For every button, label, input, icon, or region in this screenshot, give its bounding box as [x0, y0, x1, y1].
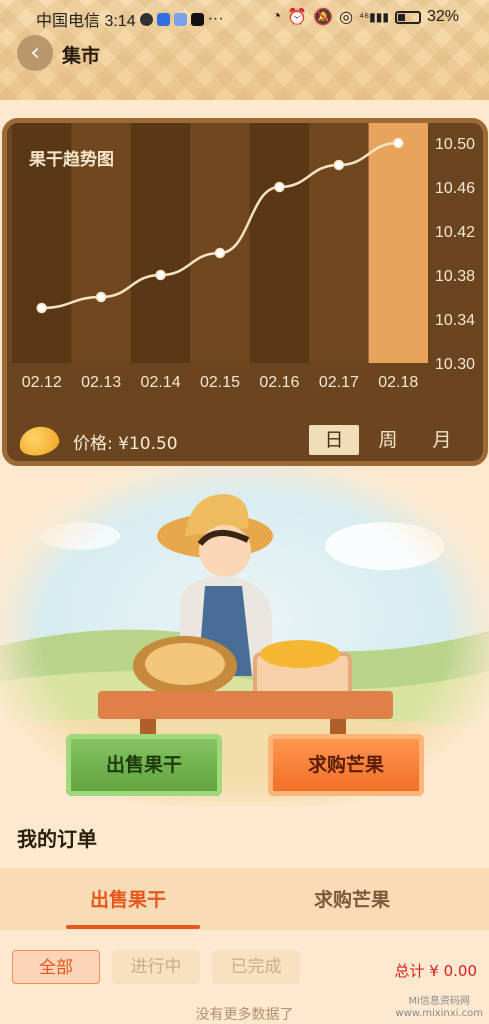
battery-icon — [394, 10, 421, 24]
watermark-line2: www.mixinxi.com — [395, 1008, 483, 1019]
mute-icon: 🔕 — [313, 9, 334, 26]
chart-title: 果干趋势图 — [29, 150, 114, 170]
data-point — [155, 269, 166, 281]
x-tick-label: 02.18 — [378, 374, 418, 391]
buy-mango-button[interactable]: 求购芒果 — [268, 734, 424, 796]
more-notifications: ··· — [207, 10, 224, 27]
data-point — [333, 159, 345, 171]
column-band — [130, 123, 191, 363]
data-point — [95, 291, 107, 303]
y-tick-label: 10.38 — [435, 268, 475, 285]
x-tick-label: 02.13 — [81, 374, 121, 391]
chevron-left-icon: ‹ — [30, 38, 40, 66]
x-tick-label: 02.15 — [200, 374, 240, 391]
orders-title: 我的订单 — [17, 827, 97, 851]
column-band — [249, 123, 310, 363]
filter-all[interactable]: 全部 — [12, 950, 100, 984]
signal-icon: ⁴⁶▮▮▮ — [359, 10, 389, 24]
tab-week[interactable]: 周 — [363, 425, 413, 455]
sell-dried-fruit-button[interactable]: 出售果干 — [66, 734, 222, 796]
y-tick-label: 10.30 — [435, 356, 475, 373]
watermark-line1: Mi信息资码网 — [408, 996, 470, 1007]
filter-in-progress[interactable]: 进行中 — [112, 950, 200, 984]
mango-icon — [16, 423, 62, 459]
tab-buy-orders[interactable]: 求购芒果 — [314, 885, 390, 912]
active-tab-indicator — [66, 925, 200, 929]
tiktok-icon — [190, 12, 204, 26]
y-tick-label: 10.42 — [435, 224, 475, 241]
trend-chart-card: 10.50 10.46 10.42 10.38 10.34 10.30 02.12 02.13… — [2, 118, 488, 466]
watermark: Mi信息资码网 www.mixinxi.com — [395, 996, 483, 1020]
x-tick-label: 02.16 — [259, 374, 299, 391]
wifi-icon: ◎ — [339, 9, 354, 26]
carrier-time: 中国电信 3:14 — [36, 13, 136, 30]
order-total: 总计 ¥ 0.00 — [394, 962, 477, 980]
filter-completed[interactable]: 已完成 — [212, 950, 300, 984]
trend-chart: 10.50 10.46 10.42 10.38 10.34 10.30 02.12 02.13… — [12, 123, 475, 391]
y-tick-label: 10.50 — [435, 136, 475, 153]
tab-month[interactable]: 月 — [417, 425, 467, 455]
network-label: ⁴⁶ — [359, 10, 370, 24]
data-point — [274, 181, 285, 193]
header-bar: 中国电信 3:14 ··· ◔ ⏰ 🔕 ◎ ⁴⁶▮▮▮ 32% ‹ 集市 — [0, 0, 489, 100]
order-filters: 全部 进行中 已完成 — [12, 950, 300, 984]
x-tick-label: 02.14 — [141, 374, 181, 391]
y-tick-label: 10.46 — [435, 180, 475, 197]
y-tick-label: 10.34 — [435, 312, 475, 329]
x-tick-label: 02.17 — [319, 374, 359, 391]
notification-icon — [139, 12, 153, 26]
back-button[interactable]: ‹ — [17, 35, 53, 71]
x-tick-label: 02.12 — [22, 374, 62, 391]
tab-sell-orders[interactable]: 出售果干 — [90, 885, 166, 912]
price-row: 价格: ¥10.50 — [16, 423, 178, 459]
highlight-column — [368, 123, 428, 363]
status-bar: 中国电信 3:14 ··· ◔ ⏰ 🔕 ◎ ⁴⁶▮▮▮ 32% — [0, 0, 489, 34]
data-point — [214, 247, 226, 259]
tab-day[interactable]: 日 — [309, 425, 359, 455]
app-icon-music — [173, 12, 187, 26]
order-tabs: 出售果干 求购芒果 — [0, 868, 489, 930]
column-band — [190, 123, 250, 363]
price-label: 价格: ¥10.50 — [73, 433, 178, 454]
data-point — [393, 137, 404, 149]
data-point — [36, 302, 47, 314]
period-tabs: 日 周 月 — [309, 425, 471, 455]
page-title: 集市 — [62, 45, 101, 67]
alarm-icon: ⏰ — [287, 9, 308, 26]
battery-level: 32% — [426, 8, 459, 25]
app-icon-blue — [156, 12, 170, 26]
speed-icon: ◔ — [271, 8, 282, 25]
